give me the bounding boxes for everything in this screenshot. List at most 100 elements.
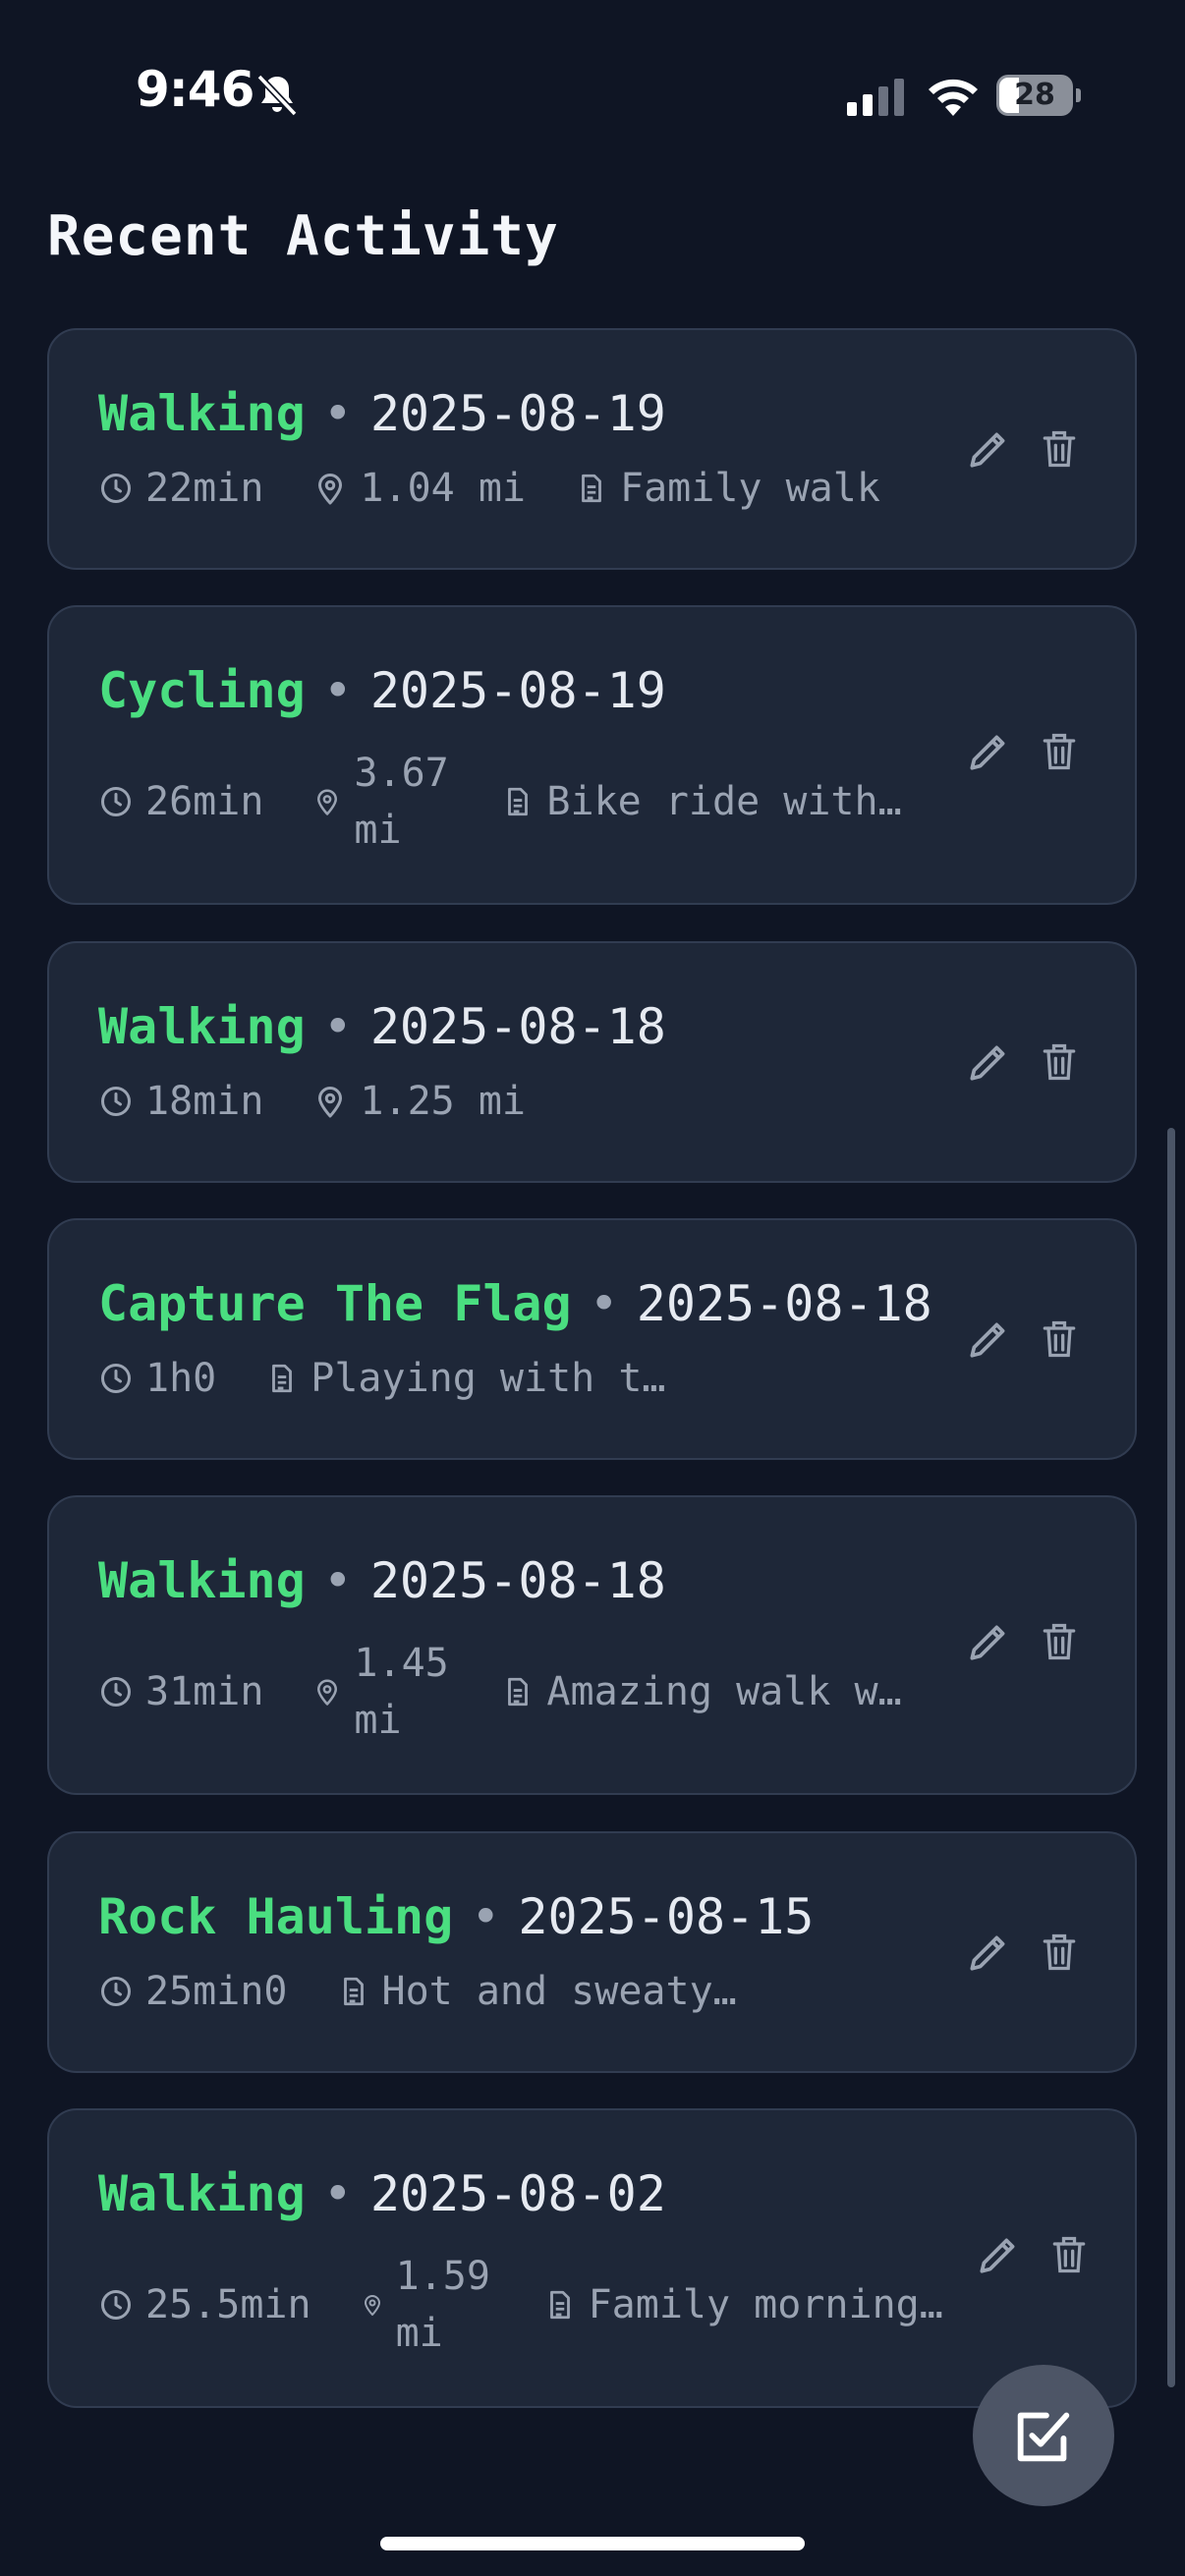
bell-slash-icon xyxy=(256,74,298,117)
activity-card[interactable]: Walking • 2025-08-18 18min 1.25 mi xyxy=(47,941,1137,1183)
clock-icon xyxy=(101,474,131,503)
activity-meta: 22min 1.04 mi Family walk xyxy=(98,466,930,511)
edit-button[interactable] xyxy=(962,422,1015,476)
title-separator: • xyxy=(322,2165,353,2222)
trash-icon xyxy=(1043,1043,1076,1081)
activity-title: Walking • 2025-08-19 xyxy=(98,385,666,442)
activity-card[interactable]: Rock Hauling • 2025-08-15 25min0 Hot and s… xyxy=(47,1831,1137,2073)
battery-cap xyxy=(1076,88,1081,102)
pencil-icon xyxy=(970,1935,1005,1971)
card-actions xyxy=(962,1313,1086,1366)
activity-type: Walking xyxy=(98,998,306,1055)
activity-title: Capture The Flag • 2025-08-18 xyxy=(98,1275,932,1332)
note-text: Family morning… xyxy=(588,2282,943,2327)
pencil-icon xyxy=(970,1322,1005,1358)
edit-button[interactable] xyxy=(962,1036,1015,1089)
distance-value: 1.45 mi xyxy=(354,1641,449,1743)
edit-button[interactable] xyxy=(962,725,1015,778)
pencil-icon xyxy=(970,1045,1005,1081)
activity-title: Rock Hauling • 2025-08-15 xyxy=(98,1888,814,1945)
trash-icon xyxy=(1052,2236,1086,2273)
note: Hot and sweaty… xyxy=(337,1969,737,2014)
map-pin-icon xyxy=(317,1679,338,1706)
pencil-icon xyxy=(980,2238,1015,2273)
duration: 26min xyxy=(98,779,263,824)
activity-card[interactable]: Cycling • 2025-08-19 26min 3.67 mi Bike ri… xyxy=(47,605,1137,905)
delete-button[interactable] xyxy=(1033,422,1086,476)
activity-type: Walking xyxy=(98,1552,306,1609)
scrollbar[interactable] xyxy=(1167,1128,1175,2387)
activity-type: Rock Hauling xyxy=(98,1888,454,1945)
activity-title: Cycling • 2025-08-19 xyxy=(98,662,666,719)
duration: 1h0 xyxy=(98,1356,216,1401)
activity-meta: 25.5min 1.59 mi Family morning… xyxy=(98,2246,992,2364)
clock-icon xyxy=(101,2290,131,2320)
document-icon xyxy=(343,1977,364,2006)
card-actions xyxy=(962,422,1086,476)
activity-card[interactable]: Capture The Flag • 2025-08-18 1h0 Playing … xyxy=(47,1218,1137,1460)
title-separator: • xyxy=(322,1552,353,1609)
duration-value: 1h0 xyxy=(145,1356,217,1401)
activity-card[interactable]: Walking • 2025-08-19 22min 1.04 mi Family … xyxy=(47,328,1137,570)
distance-value: 1.59 mi xyxy=(395,2254,490,2356)
distance: 1.04 mi xyxy=(312,466,526,511)
duration-value: 25min0 xyxy=(145,1969,288,2014)
activity-date: 2025-08-15 xyxy=(518,1888,815,1945)
activity-date: 2025-08-19 xyxy=(369,385,666,442)
activity-title: Walking • 2025-08-02 xyxy=(98,2165,666,2222)
note: Playing with t… xyxy=(265,1356,665,1401)
note-text: Family walk xyxy=(620,466,880,511)
distance: 3.67 mi xyxy=(312,745,452,859)
delete-button[interactable] xyxy=(1033,1615,1086,1668)
edit-button[interactable] xyxy=(962,1615,1015,1668)
wifi-icon xyxy=(929,79,978,116)
activity-card[interactable]: Walking • 2025-08-18 31min 1.45 mi Amazing… xyxy=(47,1495,1137,1795)
add-activity-button[interactable] xyxy=(973,2365,1114,2506)
activity-type: Walking xyxy=(98,385,306,442)
note: Bike ride with… xyxy=(501,779,902,824)
note-text: Playing with t… xyxy=(310,1356,666,1401)
card-actions xyxy=(962,725,1086,778)
duration: 18min xyxy=(98,1079,263,1124)
duration-value: 26min xyxy=(145,779,264,824)
delete-button[interactable] xyxy=(1033,725,1086,778)
distance-value: 3.67 mi xyxy=(354,751,449,853)
activity-card[interactable]: Walking • 2025-08-02 25.5min 1.59 mi Famil… xyxy=(47,2108,1137,2408)
activity-date: 2025-08-18 xyxy=(369,998,666,1055)
note: Amazing walk w… xyxy=(501,1669,902,1714)
duration: 25.5min xyxy=(98,2282,311,2327)
map-pin-icon xyxy=(364,2295,380,2316)
delete-button[interactable] xyxy=(1033,1926,1086,1979)
activity-meta: 31min 1.45 mi Amazing walk w… xyxy=(98,1633,951,1751)
distance-value: 1.04 mi xyxy=(360,466,526,511)
delete-button[interactable] xyxy=(1033,1313,1086,1366)
home-indicator[interactable] xyxy=(380,2537,805,2550)
document-icon xyxy=(549,2290,570,2320)
title-separator: • xyxy=(471,1888,501,1945)
duration-value: 25.5min xyxy=(145,2282,311,2327)
document-icon xyxy=(582,474,601,503)
battery-percent: 28 xyxy=(1014,78,1055,112)
card-actions xyxy=(972,2228,1096,2281)
activity-meta: 1h0 Playing with t… xyxy=(98,1356,714,1401)
activity-title: Walking • 2025-08-18 xyxy=(98,1552,666,1609)
trash-icon xyxy=(1043,1933,1076,1971)
distance: 1.25 mi xyxy=(312,1079,526,1124)
status-time: 9:46 xyxy=(136,61,254,118)
delete-button[interactable] xyxy=(1043,2228,1096,2281)
activity-type: Walking xyxy=(98,2165,306,2222)
map-pin-icon xyxy=(317,789,338,815)
delete-button[interactable] xyxy=(1033,1036,1086,1089)
activity-meta: 18min 1.25 mi xyxy=(98,1079,575,1124)
edit-button[interactable] xyxy=(962,1926,1015,1979)
edit-button[interactable] xyxy=(972,2228,1025,2281)
status-bar: 9:46 28 xyxy=(0,0,1185,187)
card-actions xyxy=(962,1036,1086,1089)
title-separator: • xyxy=(589,1275,619,1332)
pencil-icon xyxy=(970,735,1005,770)
activity-type: Capture The Flag xyxy=(98,1275,572,1332)
map-pin-icon xyxy=(318,474,343,505)
pencil-icon xyxy=(970,432,1005,468)
edit-button[interactable] xyxy=(962,1313,1015,1366)
battery-icon: 28 xyxy=(996,75,1081,116)
